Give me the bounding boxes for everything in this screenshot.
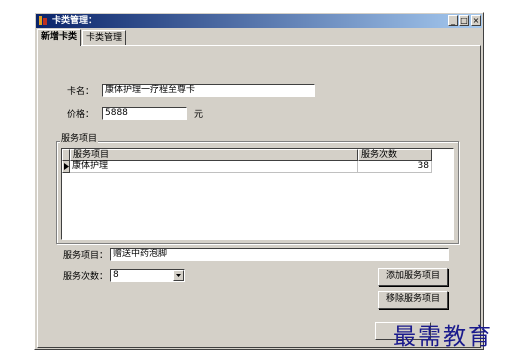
service-count-value: 8 — [113, 270, 119, 280]
services-group-caption: 服务项目 — [60, 134, 99, 145]
close-button[interactable]: × — [471, 15, 481, 26]
tab-panel: 卡名： 康体护理一疗程至尊卡 价格： 5888 元 服务项目 服务项目 服务次数… — [37, 45, 481, 348]
row-indicator-icon — [64, 163, 69, 170]
table-row[interactable]: 康体护理 38 — [62, 161, 453, 173]
price-unit: 元 — [194, 110, 204, 120]
window-title: 卡类管理： — [52, 16, 98, 26]
column-header-service-item[interactable]: 服务项目 — [70, 149, 358, 161]
minimize-button[interactable]: _ — [448, 15, 458, 26]
service-count-dropdown-button[interactable] — [173, 270, 184, 281]
add-service-item-button[interactable]: 添加服务项目 — [378, 268, 448, 286]
service-count-label: 服务次数： — [63, 272, 109, 282]
cell-service-count[interactable]: 38 — [358, 161, 432, 173]
tab-new-card-type[interactable]: 新增卡类 — [37, 29, 81, 46]
service-count-select[interactable]: 8 — [110, 269, 185, 282]
row-indicator — [62, 161, 70, 173]
watermark-text: 最需教育 — [393, 324, 493, 350]
combo-arrow-icon — [176, 274, 181, 277]
service-item-label: 服务项目： — [63, 251, 109, 261]
card-name-input[interactable]: 康体护理一疗程至尊卡 — [102, 84, 315, 97]
maximize-button[interactable]: □ — [459, 15, 469, 26]
column-header-service-count[interactable]: 服务次数 — [358, 149, 432, 161]
price-label: 价格： — [67, 110, 95, 120]
service-item-input[interactable]: 赠送中药泡脚 — [110, 248, 449, 261]
price-input[interactable]: 5888 — [102, 107, 187, 120]
tab-card-type-management[interactable]: 卡类管理 — [82, 30, 126, 45]
grid-header: 服务项目 服务次数 — [62, 149, 453, 161]
card-name-label: 卡名： — [67, 87, 95, 97]
cell-service-item[interactable]: 康体护理 — [70, 161, 358, 173]
remove-service-item-button[interactable]: 移除服务项目 — [378, 291, 448, 309]
title-bar[interactable]: 卡类管理： _ □ × — [36, 14, 482, 28]
services-grid[interactable]: 服务项目 服务次数 康体护理 38 — [61, 148, 454, 240]
card-type-window: 卡类管理： _ □ × 新增卡类 卡类管理 卡名： 康体护理一疗程至尊卡 价格：… — [34, 12, 484, 350]
app-icon — [39, 16, 47, 25]
grid-corner — [62, 149, 70, 161]
